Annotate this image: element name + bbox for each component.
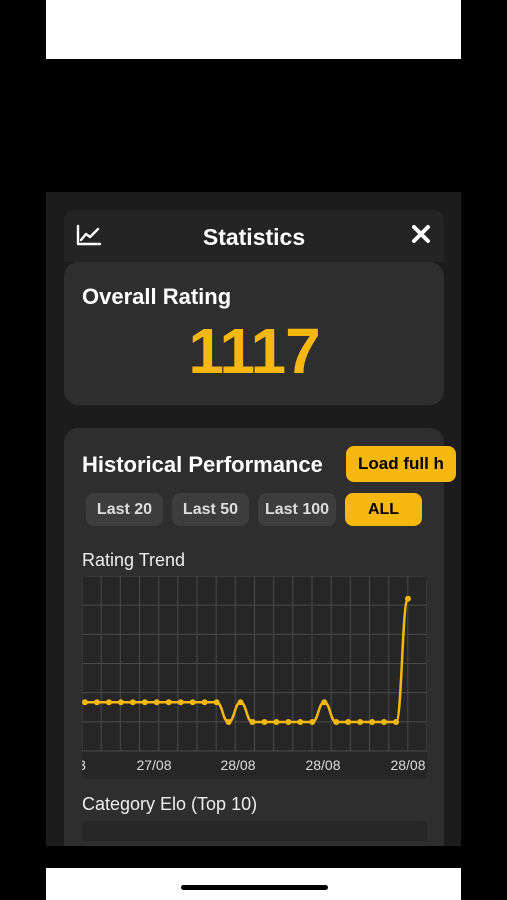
overall-rating-value: 1117	[188, 315, 320, 387]
bottom-bar	[46, 868, 461, 900]
rating-point	[117, 699, 124, 706]
rating-point	[129, 699, 136, 706]
filter-last-100-button[interactable]: Last 100	[258, 493, 336, 526]
rating-point	[321, 699, 328, 706]
rating-point	[177, 699, 184, 706]
overall-rating-label: Overall Rating	[82, 284, 232, 309]
rating-point	[141, 699, 148, 706]
category-elo-list	[82, 821, 427, 841]
rating-point	[273, 719, 280, 725]
rating-point	[82, 699, 88, 706]
rating-point	[249, 719, 256, 725]
historical-performance-card: Historical Performance Load full h Last …	[64, 428, 456, 846]
rating-point	[405, 595, 411, 602]
rating-point	[189, 699, 196, 706]
x-tick-label: 28/08	[220, 757, 255, 773]
statistics-sheet: Statistics Overall Rating 1117 Historica…	[46, 192, 461, 846]
rating-point	[369, 719, 376, 725]
rating-point	[333, 719, 340, 725]
top-status-area	[46, 0, 461, 59]
x-tick-label: 28/08	[305, 757, 340, 773]
rating-point	[345, 719, 352, 725]
rating-trend-label: Rating Trend	[82, 550, 186, 570]
rating-point	[93, 699, 100, 706]
x-tick-label: 3	[82, 757, 86, 773]
rating-point	[105, 699, 112, 706]
close-icon[interactable]	[410, 223, 432, 245]
rating-point	[261, 719, 268, 725]
filter-last-50-button[interactable]: Last 50	[172, 493, 249, 526]
rating-point	[201, 699, 208, 706]
statistics-header: Statistics	[64, 210, 444, 262]
rating-point	[213, 699, 220, 706]
filter-all-button[interactable]: ALL	[345, 493, 422, 526]
home-indicator	[181, 885, 328, 890]
page-title: Statistics	[202, 224, 306, 250]
category-elo-label: Category Elo (Top 10)	[82, 794, 258, 814]
rating-point	[297, 719, 304, 725]
rating-point	[237, 699, 244, 706]
filter-last-20-button[interactable]: Last 20	[86, 493, 163, 526]
x-tick-label: 27/08	[136, 757, 171, 773]
x-tick-label: 28/08	[390, 757, 425, 773]
rating-point	[381, 719, 388, 725]
rating-trend-svg: 3 27/08 28/08 28/08 28/08	[82, 576, 427, 773]
overall-rating-card: Overall Rating 1117	[64, 262, 444, 405]
load-full-history-button[interactable]: Load full h	[346, 446, 456, 482]
rating-point	[225, 719, 232, 725]
rating-point	[153, 699, 160, 706]
rating-point	[393, 719, 400, 725]
rating-trend-chart: 3 27/08 28/08 28/08 28/08	[82, 576, 427, 779]
rating-point	[357, 719, 364, 725]
rating-point	[165, 699, 172, 706]
rating-point	[285, 719, 292, 725]
historical-performance-title: Historical Performance	[82, 452, 323, 477]
rating-point	[309, 719, 316, 725]
